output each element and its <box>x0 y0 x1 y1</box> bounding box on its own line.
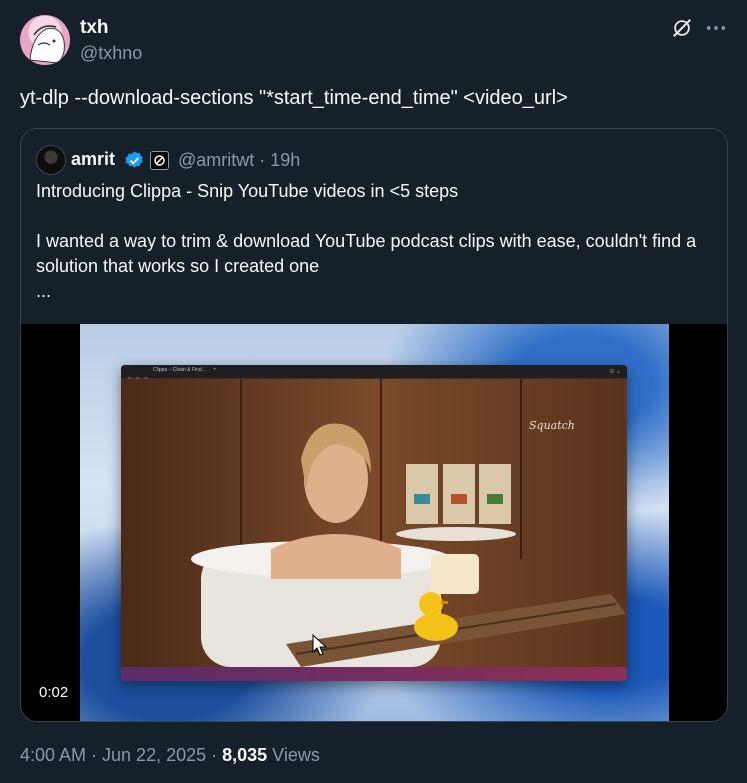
app-new-tab-icon: + <box>213 367 217 373</box>
mouse-cursor-icon <box>312 634 328 656</box>
author-avatar[interactable] <box>20 15 70 65</box>
author-name[interactable]: txh <box>80 17 109 39</box>
views-count: 8,035 <box>222 745 268 765</box>
verified-badge-icon <box>125 151 143 168</box>
anime-avatar-icon <box>29 25 65 64</box>
video-player[interactable]: Clippa – Clean & Find… + ⊙ ⌄ Squatch 0:0… <box>21 324 727 721</box>
quoted-tweet[interactable]: amrit @amritwt · 19h Introducing Clippa … <box>20 128 728 722</box>
quoted-author-avatar[interactable] <box>36 145 66 175</box>
app-titlebar: Clippa – Clean & Find… + ⊙ ⌄ <box>121 365 627 382</box>
video-frame: Clippa – Clean & Find… + ⊙ ⌄ Squatch <box>80 324 669 721</box>
quoted-text-line-2: I wanted a way to trim & download YouTub… <box>36 231 697 276</box>
tweet-timestamp[interactable]: 4:00 AM · Jun 22, 2025 · <box>20 745 222 765</box>
video-scene-image: Squatch <box>121 379 627 667</box>
more-icon[interactable] <box>705 17 727 39</box>
tweet-meta: 4:00 AM · Jun 22, 2025 · 8,035 Views <box>20 745 320 766</box>
quoted-tweet-header: amrit @amritwt · 19h <box>36 145 712 175</box>
quoted-author-handle-time: @amritwt · 19h <box>178 150 301 170</box>
app-tab-label: Clippa – Clean & Find… <box>153 367 207 373</box>
author-handle[interactable]: @txhno <box>80 43 142 64</box>
tweet-header: txh @txhno <box>20 15 727 65</box>
org-badge-icon <box>150 151 169 170</box>
grok-icon[interactable] <box>671 17 693 39</box>
quoted-text-line-1: Introducing Clippa - Snip YouTube videos… <box>36 181 459 201</box>
quoted-tweet-text: Introducing Clippa - Snip YouTube videos… <box>36 179 707 304</box>
app-controls-icon: ⊙ ⌄ <box>609 369 621 375</box>
tweet-text: yt-dlp --download-sections "*start_time-… <box>20 87 568 109</box>
quoted-text-line-3: ... <box>36 281 52 301</box>
quoted-author-name[interactable]: amrit <box>71 149 115 170</box>
brand-label: Squatch <box>529 419 575 432</box>
app-footer <box>121 667 627 681</box>
video-duration-badge: 0:02 <box>33 680 75 705</box>
views-label: Views <box>267 745 320 765</box>
video-app-window: Clippa – Clean & Find… + ⊙ ⌄ Squatch <box>121 365 627 681</box>
